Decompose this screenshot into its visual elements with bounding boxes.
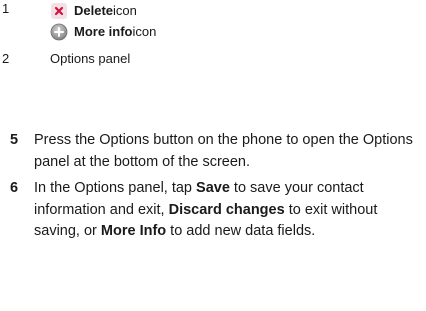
delete-suffix: icon (113, 2, 137, 18)
step-text: In the Options panel, tap Save to save y… (34, 178, 426, 243)
step-text: Press the Options button on the phone to… (34, 132, 413, 170)
callout-item-more-info: More info icon (50, 21, 426, 42)
more-info-term: More Info (100, 223, 167, 239)
callout-1: 1 Delete icon More info icon (0, 0, 426, 42)
step-number: 5 (10, 132, 19, 148)
callout-number: 1 (2, 1, 10, 16)
save-term: Save (196, 180, 230, 196)
instruction-steps: 5 Press the Options button on the phone … (0, 130, 426, 248)
step-text-part: to add new data fields. (166, 223, 316, 239)
step-5: 5 Press the Options button on the phone … (0, 130, 426, 173)
delete-icon (50, 2, 68, 20)
discard-changes-term: Discard changes (168, 201, 285, 218)
more-info-suffix: icon (132, 23, 157, 39)
callout-text: Options panel (50, 51, 131, 66)
callout-item-delete: Delete icon (50, 0, 426, 21)
callout-legend: 1 Delete icon More info icon 2 Options p… (0, 0, 426, 68)
more-info-icon (50, 23, 68, 41)
callout-body: Delete icon More info icon (50, 0, 426, 42)
more-info-label: More info (74, 23, 133, 39)
step-text-part: In the Options panel, tap (34, 180, 197, 196)
callout-2: 2 Options panel (0, 50, 426, 68)
delete-label: Delete (74, 2, 114, 18)
step-number: 6 (10, 180, 19, 196)
callout-number: 2 (2, 51, 10, 66)
step-6: 6 In the Options panel, tap Save to save… (0, 178, 426, 243)
